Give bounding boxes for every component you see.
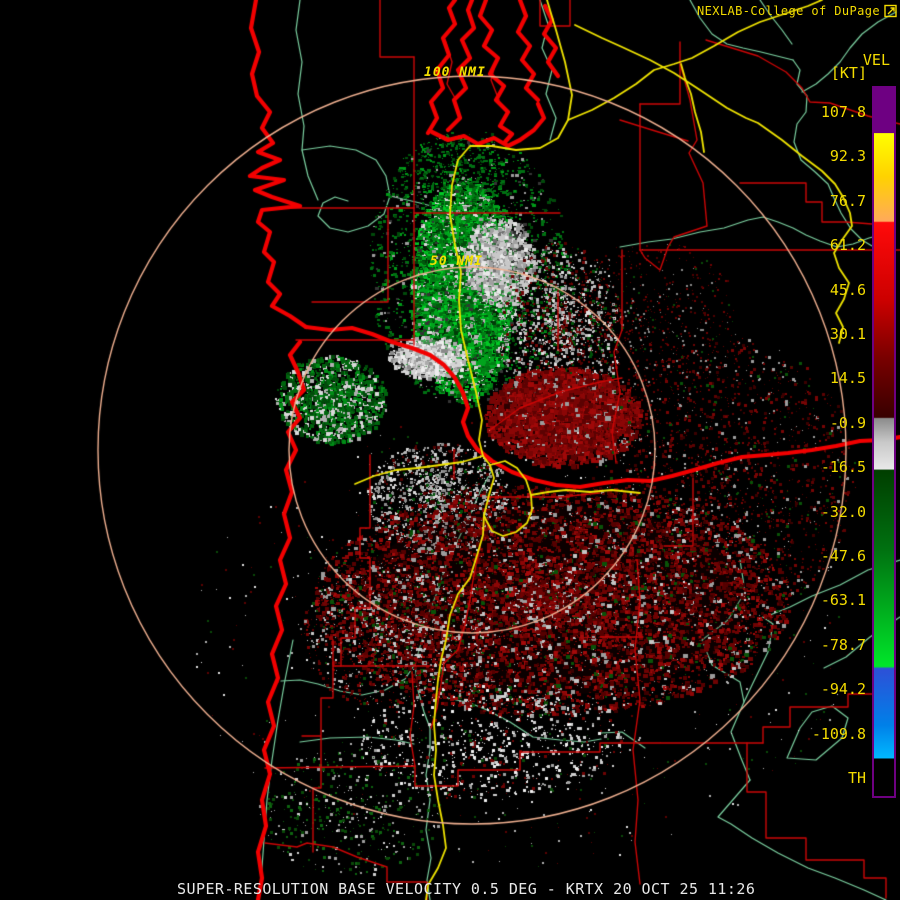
colorbar-tick: 45.6 [829,280,866,299]
colorbar-tick: -32.0 [820,502,866,521]
velocity-colorbar [872,86,896,798]
colorbar-threshold-label: TH [847,769,866,787]
colorbar-tick: 107.8 [820,103,866,121]
site-credit-text: NEXLAB-College of DuPage [697,4,880,18]
product-status-line: SUPER-RESOLUTION BASE VELOCITY 0.5 DEG -… [177,880,756,898]
colorbar-tick: 61.2 [829,236,866,255]
colorbar-tick: -63.1 [820,591,866,610]
colorbar-tick: 92.3 [829,147,866,166]
external-link-icon[interactable] [884,4,898,18]
colorbar-tick: -16.5 [820,458,866,477]
range-ring-label: 100 NMI [424,65,486,80]
range-ring-label: 50 NMI [430,254,483,269]
colorbar-tick: -109.8 [811,724,866,743]
radar-display: NEXLAB-College of DuPage VEL [KT] TH 107… [0,0,900,900]
colorbar-tick: 76.7 [829,191,866,210]
colorbar-units: [KT] [830,64,867,82]
site-credit: NEXLAB-College of DuPage [697,4,898,18]
colorbar-tick: -94.2 [820,680,866,699]
colorbar-tick: -0.9 [829,413,866,432]
radar-map-canvas [0,0,900,900]
colorbar-tick: 30.1 [829,325,866,343]
colorbar-tick: -78.7 [820,635,866,654]
colorbar-tick: -47.6 [820,547,866,565]
colorbar-tick: 14.5 [829,369,866,388]
